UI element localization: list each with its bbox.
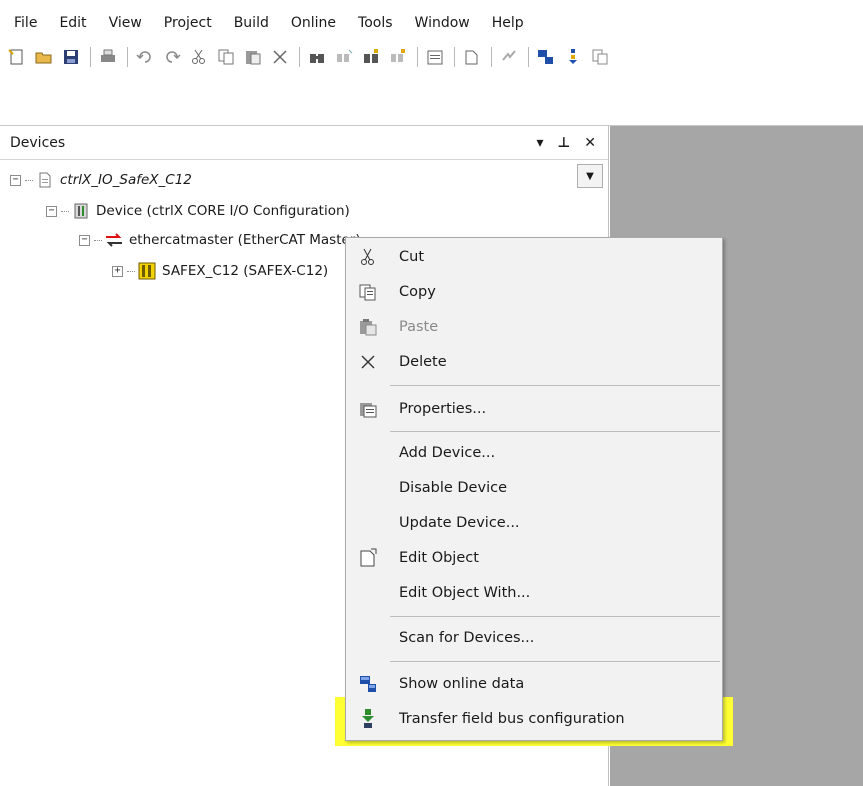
undo-icon[interactable] [134, 46, 156, 68]
collapse-icon[interactable]: − [10, 174, 21, 186]
tree-item-project[interactable]: − ctrlX_IO_SafeX_C12 [10, 167, 192, 193]
paste-icon[interactable] [242, 46, 264, 68]
transfer-config-icon [358, 709, 378, 729]
cut-icon[interactable] [188, 46, 210, 68]
menu-item-label: Edit Object With... [399, 585, 531, 601]
menu-item-cut[interactable]: Cut [346, 240, 722, 274]
menu-item-delete[interactable]: Delete [346, 345, 722, 379]
redo-icon[interactable] [161, 46, 183, 68]
menu-item-paste[interactable]: Paste [346, 310, 722, 344]
menu-item-disable-device[interactable]: Disable Device [346, 471, 722, 505]
find-icon[interactable] [306, 46, 328, 68]
menu-item-add-device[interactable]: Add Device... [346, 436, 722, 470]
collapse-icon[interactable]: − [79, 234, 90, 246]
menu-item-label: Update Device... [399, 515, 520, 531]
menu-project[interactable]: Project [164, 9, 212, 31]
menu-item-label: Copy [399, 284, 436, 300]
delete-icon [358, 352, 378, 372]
replace-next-icon[interactable] [387, 46, 409, 68]
replace-icon[interactable] [360, 46, 382, 68]
menu-item-label: Show online data [399, 676, 525, 692]
pin-icon[interactable]: ⊥ [557, 135, 570, 151]
menu-item-scan-devices[interactable]: Scan for Devices... [346, 621, 722, 655]
copy-icon [358, 282, 378, 302]
menu-item-label: Scan for Devices... [399, 630, 535, 646]
copy-icon[interactable] [215, 46, 237, 68]
online-data-icon[interactable] [535, 46, 557, 68]
menu-item-label: Cut [399, 249, 424, 265]
paste-icon [358, 317, 378, 337]
download-icon[interactable] [562, 46, 584, 68]
menu-online[interactable]: Online [291, 9, 336, 31]
context-menu: Cut Copy Paste Delete Properties... Add … [345, 237, 723, 741]
tree-dropdown-button[interactable]: ▼ [577, 164, 603, 188]
find-next-icon[interactable] [333, 46, 355, 68]
menu-item-properties[interactable]: Properties... [346, 392, 722, 426]
tree-item-device[interactable]: − Device (ctrlX CORE I/O Configuration) [46, 198, 350, 224]
tree-item-label: ethercatmaster (EtherCAT Master) [129, 232, 361, 248]
edit-object-icon [358, 548, 378, 568]
menu-item-label: Disable Device [399, 480, 507, 496]
panel-title: Devices [10, 134, 66, 151]
panel-dropdown-icon[interactable]: ▾ [536, 135, 543, 151]
close-icon[interactable]: ✕ [584, 135, 596, 151]
scissors-icon [358, 247, 378, 267]
save-icon[interactable] [60, 46, 82, 68]
menu-item-update-device[interactable]: Update Device... [346, 506, 722, 540]
menu-item-label: Add Device... [399, 445, 496, 461]
safex-module-icon [138, 262, 156, 280]
expand-icon[interactable]: + [112, 265, 123, 277]
open-project-icon[interactable] [33, 46, 55, 68]
menu-window[interactable]: Window [415, 9, 470, 31]
edit-object-icon[interactable] [461, 46, 483, 68]
menu-item-label: Transfer field bus configuration [399, 711, 625, 727]
menu-bar: File Edit View Project Build Online Tool… [0, 0, 863, 40]
menu-item-label: Properties... [399, 401, 487, 417]
new-project-icon[interactable] [6, 46, 28, 68]
tree-item-label: SAFEX_C12 (SAFEX-C12) [162, 263, 329, 279]
copy-device-icon[interactable] [589, 46, 611, 68]
project-icon [36, 171, 54, 189]
toolbar-band [0, 74, 863, 126]
menu-view[interactable]: View [109, 9, 142, 31]
delete-icon[interactable] [269, 46, 291, 68]
menu-item-label: Delete [399, 354, 447, 370]
menu-item-transfer-fieldbus-config[interactable]: Transfer field bus configuration [346, 702, 722, 736]
menu-file[interactable]: File [14, 9, 37, 31]
tree-item-safex[interactable]: + SAFEX_C12 (SAFEX-C12) [112, 258, 328, 284]
properties-icon [358, 399, 378, 419]
menu-item-label: Edit Object [399, 550, 479, 566]
menu-item-edit-object[interactable]: Edit Object [346, 541, 722, 575]
collapse-icon[interactable]: − [46, 205, 57, 217]
toolbar [0, 40, 863, 74]
ethercat-icon [105, 231, 123, 249]
device-icon [72, 202, 90, 220]
tree-item-label: Device (ctrlX CORE I/O Configuration) [96, 203, 350, 219]
menu-item-label: Paste [399, 319, 439, 335]
tree-item-label: ctrlX_IO_SafeX_C12 [60, 172, 192, 188]
properties-icon[interactable] [424, 46, 446, 68]
menu-help[interactable]: Help [492, 9, 524, 31]
menu-tools[interactable]: Tools [358, 9, 393, 31]
print-icon[interactable] [97, 46, 119, 68]
menu-item-edit-object-with[interactable]: Edit Object With... [346, 576, 722, 610]
menu-build[interactable]: Build [234, 9, 269, 31]
menu-edit[interactable]: Edit [59, 9, 86, 31]
tree-item-ethercatmaster[interactable]: − ethercatmaster (EtherCAT Master) [79, 227, 361, 253]
devices-panel-header: Devices ▾ ⊥ ✕ [0, 126, 608, 160]
menu-item-show-online-data[interactable]: Show online data [346, 667, 722, 701]
build-icon[interactable] [498, 46, 520, 68]
online-data-icon [358, 674, 378, 694]
menu-item-copy[interactable]: Copy [346, 275, 722, 309]
